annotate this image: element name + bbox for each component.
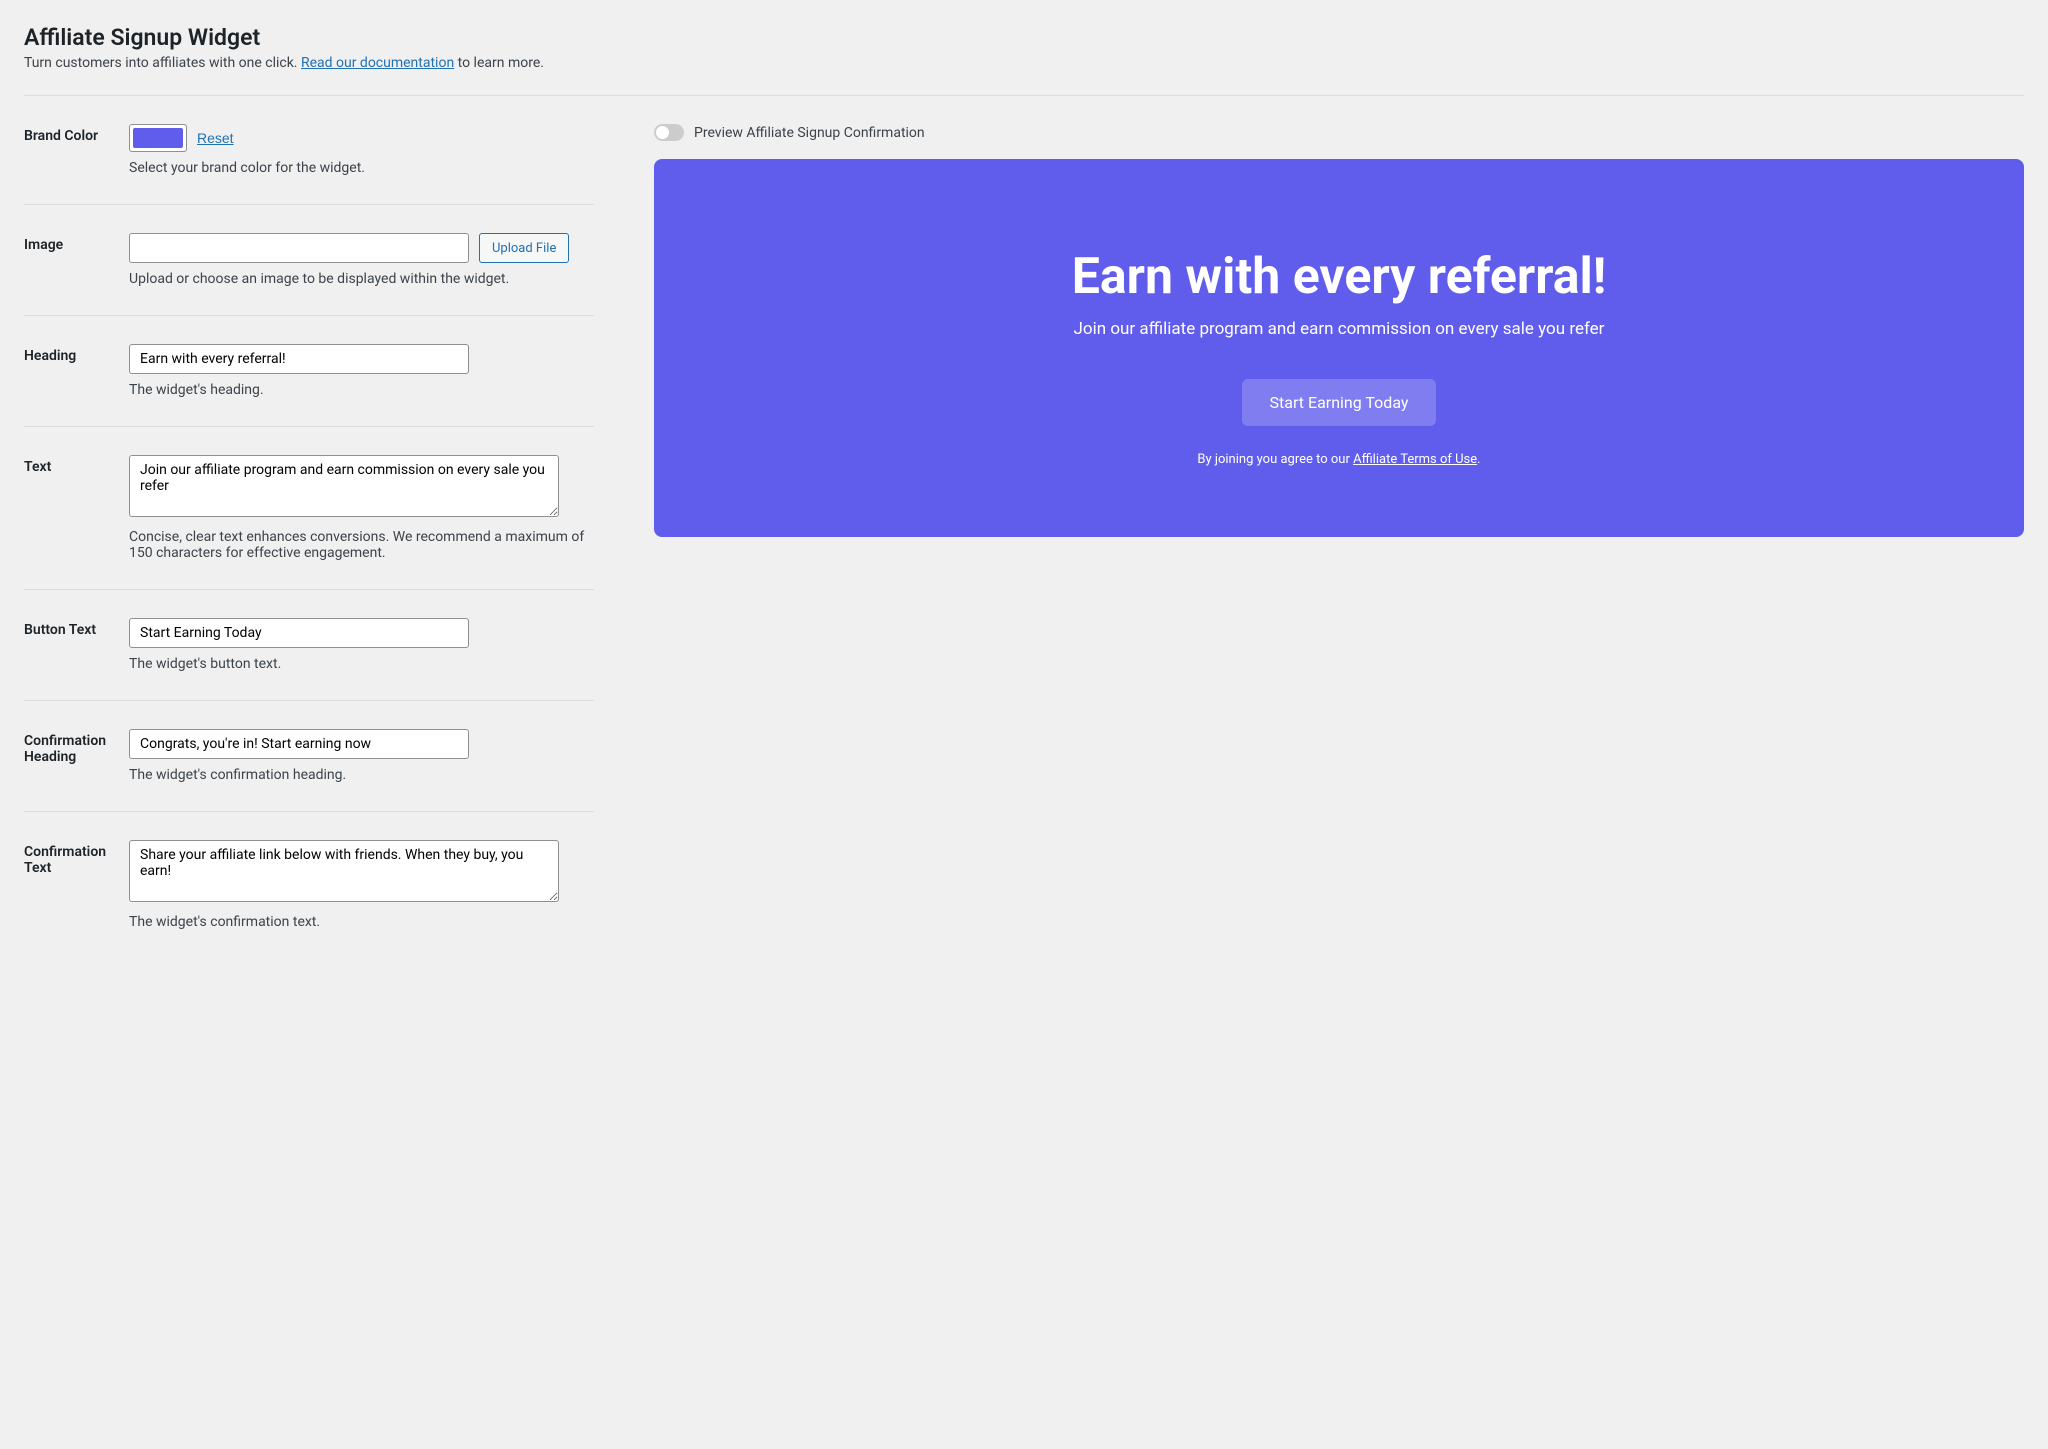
page-title: Affiliate Signup Widget: [24, 24, 2024, 51]
button-text-label: Button Text: [24, 618, 129, 672]
brand-color-description: Select your brand color for the widget.: [129, 160, 594, 176]
form-column: Brand Color Reset Select your brand colo…: [24, 124, 594, 986]
subtitle-prefix: Turn customers into affiliates with one …: [24, 55, 301, 71]
subtitle-suffix: to learn more.: [454, 55, 544, 71]
terms-suffix: .: [1477, 452, 1480, 467]
image-description: Upload or choose an image to be displaye…: [129, 271, 594, 287]
color-swatch: [133, 128, 183, 148]
text-input[interactable]: Join our affiliate program and earn comm…: [129, 455, 559, 517]
heading-description: The widget's heading.: [129, 382, 594, 398]
preview-terms: By joining you agree to our Affiliate Te…: [694, 452, 1984, 467]
preview-toggle-label: Preview Affiliate Signup Confirmation: [694, 125, 925, 141]
confirmation-heading-input[interactable]: [129, 729, 469, 759]
preview-text: Join our affiliate program and earn comm…: [694, 319, 1984, 339]
documentation-link[interactable]: Read our documentation: [301, 55, 454, 71]
confirmation-text-label: Confirmation Text: [24, 840, 129, 930]
heading-label: Heading: [24, 344, 129, 398]
confirmation-heading-description: The widget's confirmation heading.: [129, 767, 594, 783]
confirmation-text-row: Confirmation Text Share your affiliate l…: [24, 840, 594, 958]
preview-heading: Earn with every referral!: [694, 249, 1984, 307]
heading-row: Heading The widget's heading.: [24, 344, 594, 427]
terms-link[interactable]: Affiliate Terms of Use: [1353, 452, 1477, 467]
confirmation-text-input[interactable]: Share your affiliate link below with fri…: [129, 840, 559, 902]
brand-color-row: Brand Color Reset Select your brand colo…: [24, 124, 594, 205]
confirmation-heading-label: Confirmation Heading: [24, 729, 129, 783]
color-picker[interactable]: [129, 124, 187, 152]
button-text-input[interactable]: [129, 618, 469, 648]
text-row: Text Join our affiliate program and earn…: [24, 455, 594, 590]
image-input[interactable]: [129, 233, 469, 263]
button-text-description: The widget's button text.: [129, 656, 594, 672]
confirmation-text-description: The widget's confirmation text.: [129, 914, 594, 930]
heading-input[interactable]: [129, 344, 469, 374]
preview-column: Preview Affiliate Signup Confirmation Ea…: [654, 124, 2024, 986]
brand-color-label: Brand Color: [24, 124, 129, 176]
page-subtitle: Turn customers into affiliates with one …: [24, 55, 2024, 71]
terms-prefix: By joining you agree to our: [1197, 452, 1353, 467]
button-text-row: Button Text The widget's button text.: [24, 618, 594, 701]
upload-file-button[interactable]: Upload File: [479, 233, 569, 263]
reset-color-button[interactable]: Reset: [197, 130, 234, 146]
toggle-knob: [656, 126, 669, 139]
image-row: Image Upload File Upload or choose an im…: [24, 233, 594, 316]
image-label: Image: [24, 233, 129, 287]
preview-toggle[interactable]: [654, 124, 684, 141]
text-label: Text: [24, 455, 129, 561]
text-description: Concise, clear text enhances conversions…: [129, 529, 594, 561]
preview-cta-button[interactable]: Start Earning Today: [1242, 379, 1437, 426]
preview-widget: Earn with every referral! Join our affil…: [654, 159, 2024, 537]
confirmation-heading-row: Confirmation Heading The widget's confir…: [24, 729, 594, 812]
